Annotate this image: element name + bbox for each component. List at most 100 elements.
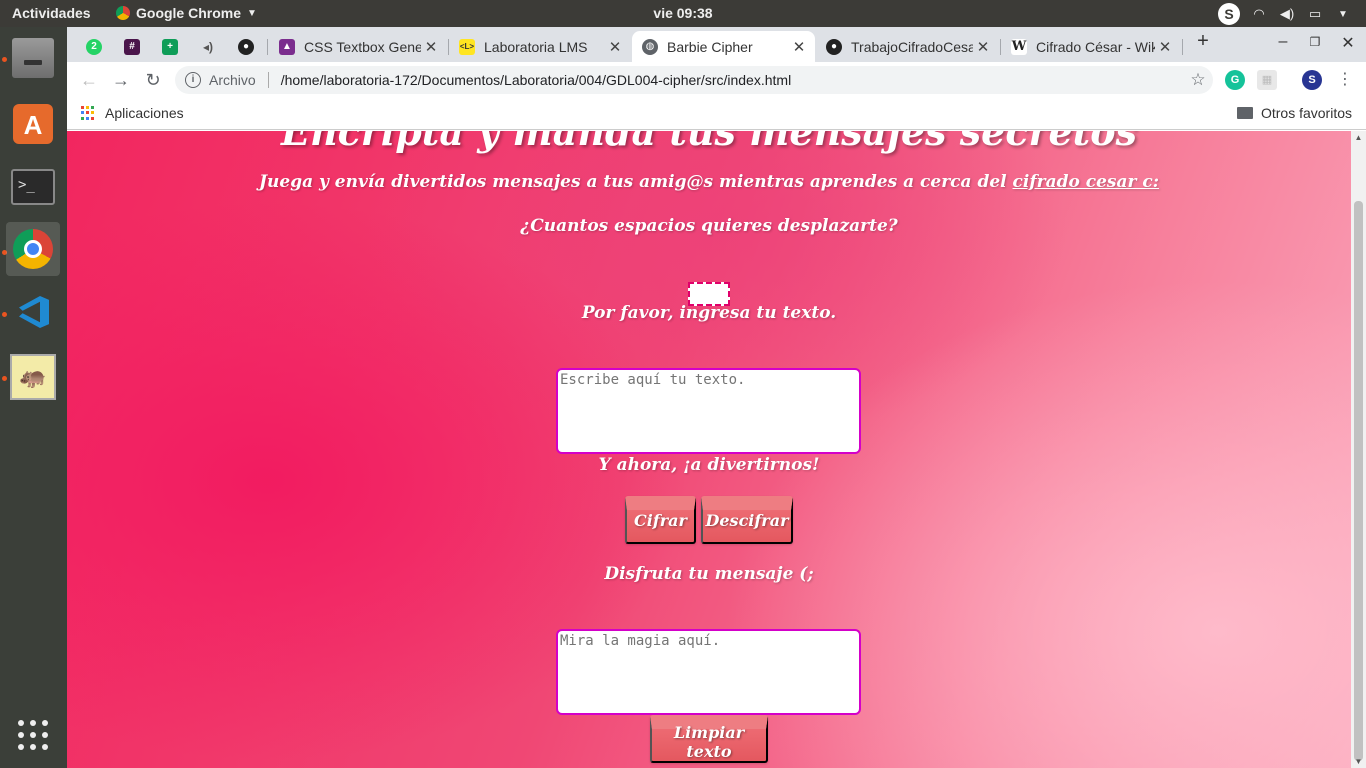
ubuntu-top-bar: Actividades Google Chrome ▼ vie 09:38 S … [0, 0, 1366, 27]
show-applications-button[interactable] [6, 708, 60, 762]
offset-question: ¿Cuantos espacios quieres desplazarte? [520, 216, 898, 236]
chrome-small-icon [116, 6, 130, 20]
grid-icon [18, 720, 48, 750]
fun-prompt: Y ahora, ¡a divertirnos! [598, 455, 820, 475]
scheme-label: Archivo [209, 72, 256, 88]
decipher-button[interactable]: Descifrar [701, 496, 793, 544]
close-window-button[interactable]: ✕ [1333, 33, 1363, 53]
decipher-button-label: Descifrar [705, 510, 789, 530]
battery-icon[interactable]: ▭ [1306, 6, 1324, 22]
apps-label: Aplicaciones [105, 105, 184, 121]
tab-laboratoria[interactable]: <L> Laboratoria LMS ✕ [449, 31, 631, 62]
clear-text-button[interactable]: Limpiar texto [650, 715, 768, 763]
intro-text: Juega y envía divertidos mensajes a tus … [67, 172, 1351, 192]
new-tab-button[interactable]: + [1188, 30, 1218, 53]
page-scrollbar[interactable]: ▲ ▼ [1351, 131, 1366, 768]
bookmarks-bar: Aplicaciones Otros favoritos [67, 98, 1366, 130]
clear-button-label: Limpiar texto [673, 723, 745, 761]
activities-button[interactable]: Actividades [12, 5, 91, 21]
slack-icon: # [124, 38, 140, 55]
tab-whatsapp[interactable]: 2 [75, 31, 113, 62]
system-tray[interactable]: S ◠ ◀) ▭ ▼ [1218, 3, 1352, 25]
hippo-app-launcher[interactable]: 🦛 [6, 350, 60, 404]
globe-icon: ◍ [642, 38, 658, 55]
tab-slack[interactable]: # [113, 31, 151, 62]
wikipedia-icon: W [1011, 38, 1027, 55]
tab-trabajo-cifrado[interactable]: ● TrabajoCifradoCesar ✕ [816, 31, 999, 62]
other-bookmarks-label: Otros favoritos [1260, 105, 1352, 121]
close-icon[interactable]: ✕ [1155, 38, 1175, 56]
tab-title: Cifrado César - Wikipedia [1036, 38, 1155, 55]
minimize-button[interactable]: – [1268, 33, 1298, 51]
chevron-down-icon: ▼ [247, 7, 257, 19]
url-text[interactable]: /home/laboratoria-172/Documentos/Laborat… [281, 72, 1183, 88]
cipher-button[interactable]: Cifrar [625, 496, 696, 544]
tab-github[interactable]: ● [227, 31, 265, 62]
whatsapp-icon: 2 [86, 38, 102, 55]
skype-icon[interactable]: S [1218, 3, 1240, 25]
hippo-icon: 🦛 [10, 354, 56, 400]
vscode-icon [13, 292, 53, 332]
chrome-icon [13, 229, 53, 269]
scroll-up-icon[interactable]: ▲ [1351, 133, 1366, 142]
github-icon: ● [826, 38, 842, 55]
github-icon: ● [238, 38, 254, 55]
terminal-icon: >_ [11, 169, 55, 205]
vscode-launcher[interactable] [6, 285, 60, 339]
files-icon [12, 38, 54, 78]
tab-title: Barbie Cipher [667, 38, 753, 55]
launcher-dock: A >_ 🦛 [0, 27, 67, 768]
restore-button[interactable]: ❐ [1300, 35, 1330, 49]
scrollbar-thumb[interactable] [1354, 201, 1363, 761]
wifi-icon[interactable]: ◠ [1250, 6, 1268, 22]
volume-icon[interactable]: ◀) [1278, 6, 1296, 22]
tab-barbie-cipher[interactable]: ◍ Barbie Cipher ✕ [632, 31, 815, 62]
chrome-window: 2 # + ◂) ● ▲ CSS Textbox Generator ✕ <L>… [67, 27, 1366, 768]
app-menu-label: Google Chrome [136, 5, 242, 21]
enjoy-prompt: Disfruta tu mensaje (; [604, 564, 814, 584]
forward-button[interactable]: → [109, 68, 133, 92]
folder-icon [1236, 107, 1253, 119]
caesar-cipher-link[interactable]: cifrado cesar c: [1013, 172, 1160, 192]
close-icon[interactable]: ✕ [789, 38, 809, 56]
tab-audio[interactable]: ◂) [189, 31, 227, 62]
app-menu[interactable]: Google Chrome ▼ [116, 5, 257, 21]
tab-wikipedia[interactable]: W Cifrado César - Wikipedia ✕ [1001, 31, 1181, 62]
star-icon[interactable]: ☆ [1183, 70, 1213, 90]
address-bar[interactable]: i Archivo /home/laboratoria-172/Document… [175, 66, 1213, 94]
cipher-button-label: Cifrar [634, 510, 687, 530]
message-output[interactable] [556, 629, 861, 715]
terminal-launcher[interactable]: >_ [6, 160, 60, 214]
extension-icon[interactable]: ▦ [1257, 70, 1277, 90]
apps-grid-icon [81, 106, 95, 120]
software-center-launcher[interactable]: A [6, 97, 60, 151]
tab-title: TrabajoCifradoCesar [851, 38, 973, 55]
info-icon[interactable]: i [185, 72, 201, 88]
files-launcher[interactable] [6, 31, 60, 85]
reload-button[interactable]: ↻ [141, 68, 165, 92]
back-button[interactable]: ← [77, 68, 101, 92]
intro-prefix: Juega y envía divertidos mensajes a tus … [258, 172, 1013, 192]
speaker-icon: ◂) [202, 39, 214, 54]
browser-toolbar: ← → ↻ i Archivo /home/laboratoria-172/Do… [67, 62, 1366, 98]
chevron-down-icon[interactable]: ▼ [1334, 9, 1352, 20]
message-input[interactable] [556, 368, 861, 454]
close-icon[interactable]: ✕ [973, 38, 993, 56]
scroll-down-icon[interactable]: ▼ [1351, 757, 1366, 766]
grammarly-icon[interactable]: G [1225, 70, 1245, 90]
text-prompt: Por favor, ingresa tu texto. [581, 303, 837, 323]
laboratoria-icon: <L> [459, 38, 475, 55]
tab-sheets[interactable]: + [151, 31, 189, 62]
menu-kebab-icon[interactable]: ⋮ [1333, 68, 1357, 92]
apps-shortcut[interactable]: Aplicaciones [81, 105, 184, 121]
software-center-icon: A [13, 104, 53, 144]
chrome-launcher[interactable] [6, 222, 60, 276]
close-icon[interactable]: ✕ [605, 38, 625, 56]
close-icon[interactable]: ✕ [421, 38, 441, 56]
sheets-icon: + [162, 38, 178, 55]
profile-avatar[interactable]: S [1302, 70, 1322, 90]
tab-title: Laboratoria LMS [484, 38, 588, 55]
tab-title: CSS Textbox Generator [304, 38, 421, 55]
tab-css-textbox[interactable]: ▲ CSS Textbox Generator ✕ [269, 31, 447, 62]
other-bookmarks[interactable]: Otros favoritos [1236, 105, 1352, 121]
